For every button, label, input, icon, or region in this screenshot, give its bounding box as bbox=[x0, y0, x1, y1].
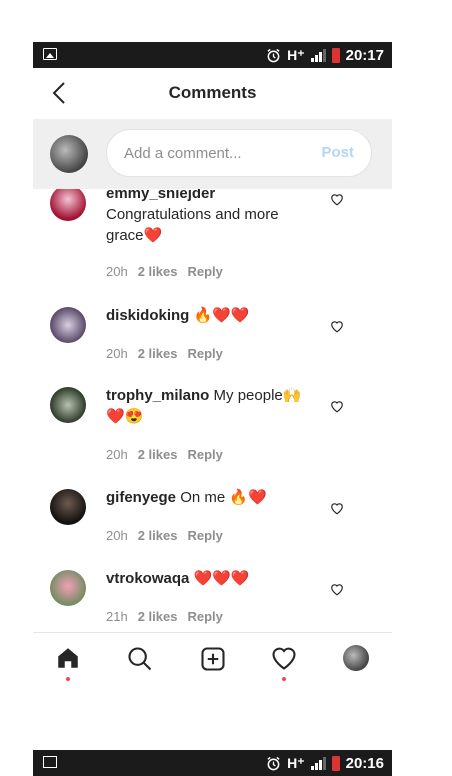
comment-likes[interactable]: 2 likes bbox=[138, 609, 178, 624]
comment-text: Congratulations and more grace bbox=[106, 206, 279, 244]
comment-likes[interactable]: 2 likes bbox=[138, 264, 178, 279]
page-title: Comments bbox=[168, 83, 257, 102]
like-heart-icon[interactable] bbox=[330, 320, 344, 333]
header: Comments bbox=[33, 68, 392, 120]
comment-text: On me bbox=[180, 489, 226, 506]
like-heart-icon[interactable] bbox=[330, 193, 344, 206]
status-bar: H⁺ 20:17 bbox=[33, 42, 392, 68]
comment-body: gifenyege On me 🔥❤️ bbox=[106, 487, 316, 508]
comment-username[interactable]: emmy_sniejder bbox=[106, 189, 215, 202]
post-button[interactable]: Post bbox=[321, 144, 354, 161]
comment-composer: Add a comment... Post bbox=[33, 119, 392, 189]
status-right: H⁺ 20:16 bbox=[266, 753, 384, 773]
comment-likes[interactable]: 2 likes bbox=[138, 346, 178, 361]
network-type: H⁺ bbox=[287, 46, 305, 63]
comment-username[interactable]: trophy_milano bbox=[106, 387, 209, 404]
gallery-notification-icon bbox=[43, 48, 57, 60]
signal-strength-icon bbox=[310, 756, 326, 770]
comment-item: gifenyege On me 🔥❤️ 20h 2 likes Reply bbox=[33, 481, 392, 551]
comment-meta: 20h 2 likes Reply bbox=[106, 447, 223, 462]
comment-body: diskidoking 🔥❤️❤️ bbox=[106, 305, 316, 326]
comment-likes[interactable]: 2 likes bbox=[138, 447, 178, 462]
comment-likes[interactable]: 2 likes bbox=[138, 528, 178, 543]
network-type: H⁺ bbox=[287, 754, 305, 771]
comment-emoji: 🔥❤️❤️ bbox=[193, 307, 250, 324]
comment-emoji: 🔥❤️ bbox=[229, 489, 267, 506]
comment-input-placeholder: Add a comment... bbox=[124, 145, 242, 162]
comment-emoji: ❤️ bbox=[143, 227, 163, 244]
comment-username[interactable]: gifenyege bbox=[106, 489, 176, 506]
comment-avatar[interactable] bbox=[50, 387, 86, 423]
comment-item: emmy_sniejder Congratulations and more g… bbox=[33, 189, 392, 279]
clock: 20:16 bbox=[345, 754, 384, 772]
home-icon[interactable] bbox=[55, 645, 81, 671]
comment-avatar[interactable] bbox=[50, 570, 86, 606]
reply-button[interactable]: Reply bbox=[187, 447, 222, 462]
comment-username[interactable]: vtrokowaqa bbox=[106, 570, 189, 587]
comment-body: vtrokowaqa ❤️❤️❤️ bbox=[106, 568, 316, 589]
comment-meta: 20h 2 likes Reply bbox=[106, 264, 223, 279]
comment-time: 21h bbox=[106, 609, 128, 624]
profile-avatar[interactable] bbox=[343, 645, 369, 671]
alarm-icon bbox=[267, 48, 280, 62]
comment-meta: 20h 2 likes Reply bbox=[106, 346, 223, 361]
comment-avatar[interactable] bbox=[50, 307, 86, 343]
current-user-avatar bbox=[50, 135, 88, 173]
comment-item: trophy_milano My people🙌❤️😍 20h 2 likes Re… bbox=[33, 379, 392, 469]
comment-list[interactable]: emmy_sniejder Congratulations and more g… bbox=[33, 189, 392, 629]
comment-body: trophy_milano My people🙌❤️😍 bbox=[106, 385, 316, 427]
comment-avatar[interactable] bbox=[50, 189, 86, 221]
like-heart-icon[interactable] bbox=[330, 400, 344, 413]
comment-body: emmy_sniejder Congratulations and more g… bbox=[106, 189, 316, 246]
comment-item: vtrokowaqa ❤️❤️❤️ 21h 2 likes Reply bbox=[33, 562, 392, 629]
phone-screen: H⁺ 20:17 Comments Add a comment... Post … bbox=[33, 42, 392, 695]
comment-item: diskidoking 🔥❤️❤️ 20h 2 likes Reply bbox=[33, 299, 392, 369]
comment-avatar[interactable] bbox=[50, 489, 86, 525]
reply-button[interactable]: Reply bbox=[187, 528, 222, 543]
status-bar-secondary: H⁺ 20:16 bbox=[33, 750, 392, 776]
gallery-notification-icon bbox=[43, 756, 57, 768]
comment-input[interactable]: Add a comment... Post bbox=[106, 129, 372, 177]
comment-meta: 21h 2 likes Reply bbox=[106, 609, 223, 624]
search-icon[interactable] bbox=[126, 645, 154, 673]
reply-button[interactable]: Reply bbox=[187, 609, 222, 624]
activity-notification-dot bbox=[282, 677, 286, 681]
comment-time: 20h bbox=[106, 447, 128, 462]
comment-time: 20h bbox=[106, 264, 128, 279]
like-heart-icon[interactable] bbox=[330, 502, 344, 515]
bottom-navigation bbox=[33, 632, 392, 695]
comment-emoji: ❤️❤️❤️ bbox=[193, 570, 250, 587]
home-notification-dot bbox=[66, 677, 70, 681]
comment-meta: 20h 2 likes Reply bbox=[106, 528, 223, 543]
comment-text: My people bbox=[213, 387, 283, 404]
signal-strength-icon bbox=[310, 48, 326, 62]
status-right: H⁺ 20:17 bbox=[266, 45, 384, 65]
alarm-icon bbox=[267, 756, 280, 770]
battery-icon bbox=[331, 47, 340, 63]
reply-button[interactable]: Reply bbox=[187, 264, 222, 279]
comment-time: 20h bbox=[106, 346, 128, 361]
battery-icon bbox=[331, 755, 340, 771]
add-post-icon[interactable] bbox=[199, 645, 227, 673]
reply-button[interactable]: Reply bbox=[187, 346, 222, 361]
comment-time: 20h bbox=[106, 528, 128, 543]
activity-heart-icon[interactable] bbox=[270, 645, 298, 671]
clock: 20:17 bbox=[345, 46, 384, 64]
like-heart-icon[interactable] bbox=[330, 583, 344, 596]
comment-username[interactable]: diskidoking bbox=[106, 307, 189, 324]
